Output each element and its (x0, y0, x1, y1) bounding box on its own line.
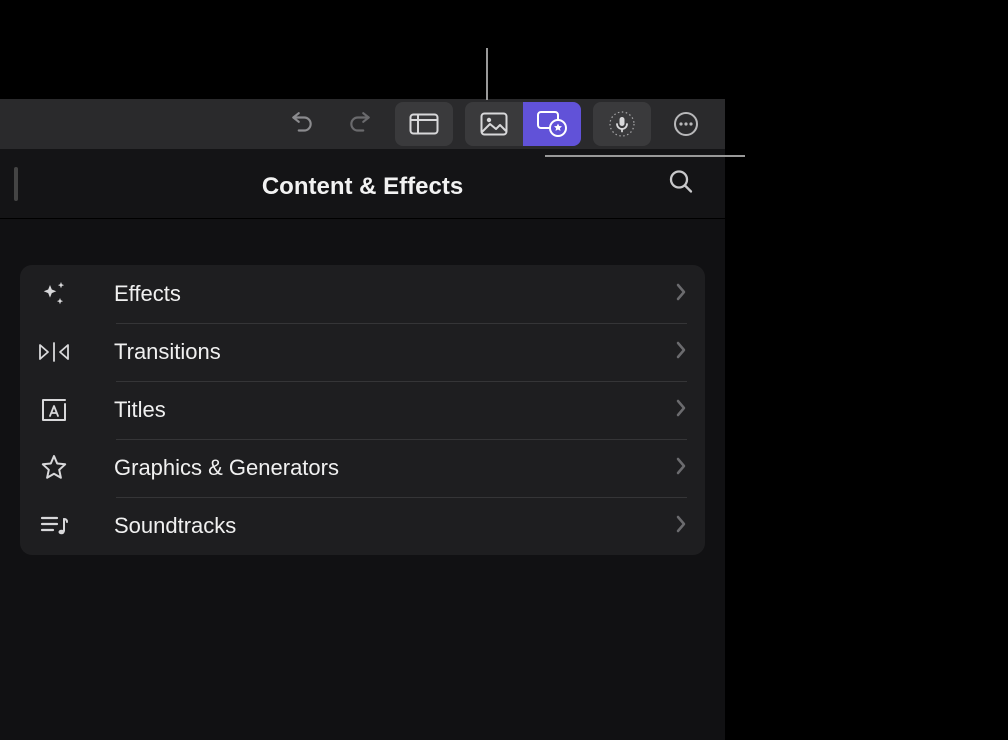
undo-button[interactable] (273, 102, 331, 146)
list-item-label: Effects (114, 281, 675, 307)
redo-icon (347, 111, 373, 137)
browser-toggle-group (465, 102, 581, 146)
list-item-effects[interactable]: Effects (20, 265, 705, 323)
search-button[interactable] (667, 167, 695, 200)
content-effects-panel: Content & Effects Effects (0, 99, 725, 740)
sparkles-icon (34, 274, 74, 314)
content-effects-button[interactable] (523, 102, 581, 146)
titles-icon (34, 390, 74, 430)
more-icon (672, 110, 700, 138)
inspector-pill (395, 102, 453, 146)
star-icon (34, 448, 74, 488)
media-browser-button[interactable] (465, 102, 523, 146)
microphone-icon (608, 110, 636, 138)
chevron-right-icon (675, 399, 687, 422)
voiceover-pill (593, 102, 651, 146)
voiceover-button[interactable] (593, 102, 651, 146)
chevron-right-icon (675, 283, 687, 306)
inspector-button[interactable] (395, 102, 453, 146)
undo-icon (289, 111, 315, 137)
list-item-label: Soundtracks (114, 513, 675, 539)
redo-button[interactable] (331, 102, 389, 146)
category-list: Effects Transitions (20, 265, 705, 555)
list-item-label: Transitions (114, 339, 675, 365)
chevron-right-icon (675, 457, 687, 480)
callout-line-vertical (486, 48, 488, 100)
chevron-right-icon (675, 515, 687, 538)
list-item-label: Titles (114, 397, 675, 423)
panel-handle[interactable] (14, 167, 18, 201)
list-item-titles[interactable]: Titles (20, 381, 705, 439)
inspector-icon (409, 113, 439, 135)
callout-line-horizontal (545, 155, 745, 157)
list-item-graphics[interactable]: Graphics & Generators (20, 439, 705, 497)
content-effects-icon (536, 110, 568, 138)
music-list-icon (34, 506, 74, 546)
chevron-right-icon (675, 341, 687, 364)
panel-title: Content & Effects (262, 173, 463, 201)
transitions-icon (34, 332, 74, 372)
search-icon (667, 167, 695, 195)
list-item-label: Graphics & Generators (114, 455, 675, 481)
list-item-soundtracks[interactable]: Soundtracks (20, 497, 705, 555)
photo-icon (480, 112, 508, 136)
panel-header: Content & Effects (0, 149, 725, 219)
toolbar (0, 99, 725, 149)
content-area: Effects Transitions (0, 219, 725, 740)
more-button[interactable] (657, 102, 715, 146)
list-item-transitions[interactable]: Transitions (20, 323, 705, 381)
